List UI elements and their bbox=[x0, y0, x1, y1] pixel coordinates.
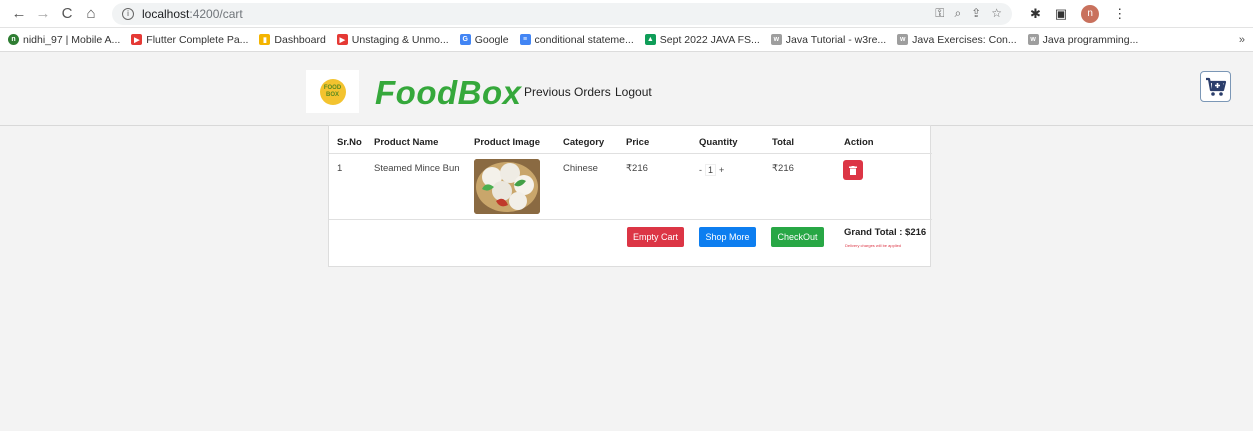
bookmark-item[interactable]: w Java Tutorial - w3re... bbox=[770, 33, 887, 46]
quantity-value: 1 bbox=[705, 164, 717, 176]
reload-icon[interactable]: C bbox=[56, 3, 78, 25]
docs-icon: ≡ bbox=[519, 34, 531, 45]
bookmark-item[interactable]: n nidhi_97 | Mobile A... bbox=[8, 34, 120, 46]
bookmarks-more-button[interactable]: » bbox=[1239, 34, 1245, 46]
product-image bbox=[474, 159, 540, 214]
bookmark-item[interactable]: ≡ conditional stateme... bbox=[519, 33, 634, 46]
column-header-product-name: Product Name bbox=[374, 137, 439, 148]
cart-button[interactable] bbox=[1200, 71, 1231, 102]
star-icon[interactable]: ☆ bbox=[991, 6, 1002, 21]
app-header: FOOD BOX FoodBox Previous Orders Logout bbox=[0, 52, 1253, 126]
key-icon[interactable]: ⚿ bbox=[935, 6, 944, 21]
menu-icon[interactable]: ⋮ bbox=[1113, 6, 1126, 22]
dashboard-icon: ▮ bbox=[259, 34, 271, 45]
cart-table: Sr.No Product Name Product Image Categor… bbox=[328, 125, 932, 267]
bookmarks-bar: n nidhi_97 | Mobile A... ▶ Flutter Complet… bbox=[0, 28, 1253, 52]
delete-item-button[interactable] bbox=[843, 160, 863, 180]
bookmark-item[interactable]: ▲ Sept 2022 JAVA FS... bbox=[644, 33, 760, 46]
shop-more-button[interactable]: Shop More bbox=[699, 227, 756, 247]
column-header-price: Price bbox=[626, 137, 650, 148]
forward-icon[interactable]: → bbox=[32, 3, 54, 25]
nav-previous-orders[interactable]: Previous Orders bbox=[524, 85, 611, 99]
url-path: :4200/cart bbox=[189, 6, 243, 21]
bookmark-label: Java Exercises: Con... bbox=[912, 33, 1017, 46]
w3r-icon: w bbox=[1027, 34, 1039, 45]
column-header-category: Category bbox=[563, 137, 605, 148]
increase-quantity-button[interactable]: + bbox=[719, 165, 724, 175]
bookmark-label: Sept 2022 JAVA FS... bbox=[659, 33, 760, 46]
cell-srno: 1 bbox=[337, 163, 343, 174]
cell-price: ₹216 bbox=[626, 163, 648, 174]
youtube-icon: ▶ bbox=[131, 34, 143, 45]
browser-toolbar: ← → C ⌂ i localhost:4200/cart ⚿ ⌕ ⇪ ☆ ✱ … bbox=[0, 0, 1253, 28]
bookmark-label: nidhi_97 | Mobile A... bbox=[23, 33, 121, 46]
info-icon[interactable]: i bbox=[122, 7, 134, 20]
bookmark-icon: n bbox=[8, 34, 19, 45]
bookmark-item[interactable]: ▮ Dashboard bbox=[259, 33, 326, 46]
cart-icon bbox=[1205, 77, 1226, 96]
bookmark-item[interactable]: G Google bbox=[459, 33, 509, 46]
checkout-button[interactable]: CheckOut bbox=[771, 227, 824, 247]
bookmark-label: Java programming... bbox=[1042, 33, 1139, 46]
home-icon[interactable]: ⌂ bbox=[80, 3, 102, 25]
logo-text-line2: BOX bbox=[325, 91, 339, 98]
empty-cart-button[interactable]: Empty Cart bbox=[627, 227, 684, 247]
youtube-icon: ▶ bbox=[336, 34, 348, 45]
bookmark-item[interactable]: ▶ Unstaging & Unmo... bbox=[336, 33, 449, 46]
cell-product-name: Steamed Mince Bun bbox=[374, 163, 460, 174]
logo-text-line1: FOOD bbox=[323, 84, 342, 91]
decrease-quantity-button[interactable]: - bbox=[699, 165, 702, 175]
bookmark-item[interactable]: ▶ Flutter Complete Pa... bbox=[131, 34, 248, 46]
google-icon: G bbox=[459, 34, 471, 45]
divider bbox=[329, 219, 932, 220]
column-header-srno: Sr.No bbox=[337, 137, 362, 148]
column-header-action: Action bbox=[844, 137, 874, 148]
quantity-stepper: - 1 + bbox=[699, 164, 724, 176]
extensions-icon[interactable]: ✱ bbox=[1030, 6, 1041, 22]
grand-total: Grand Total : $216 bbox=[844, 227, 927, 238]
share-icon[interactable]: ⇪ bbox=[971, 6, 981, 21]
bookmark-label: Flutter Complete Pa... bbox=[146, 33, 249, 46]
drive-icon: ▲ bbox=[644, 34, 656, 45]
column-header-quantity: Quantity bbox=[699, 137, 738, 148]
trash-icon bbox=[849, 165, 857, 175]
cell-category: Chinese bbox=[563, 163, 598, 174]
bookmark-label: Unstaging & Unmo... bbox=[351, 33, 449, 46]
nav-logout[interactable]: Logout bbox=[615, 85, 652, 99]
divider bbox=[329, 153, 932, 154]
bookmark-label: Google bbox=[474, 33, 509, 46]
brand-title[interactable]: FoodBox bbox=[375, 74, 521, 112]
sidebar-icon[interactable]: ▣ bbox=[1055, 6, 1067, 22]
bookmark-item[interactable]: w Java programming... bbox=[1027, 33, 1139, 46]
url-host: localhost bbox=[142, 6, 190, 21]
delivery-note: Delivery charges will be applied bbox=[845, 243, 902, 248]
logo[interactable]: FOOD BOX bbox=[306, 70, 359, 113]
bookmark-label: conditional stateme... bbox=[534, 33, 634, 46]
bookmark-label: Dashboard bbox=[274, 33, 326, 46]
logo-icon: FOOD BOX bbox=[319, 78, 346, 105]
bookmark-item[interactable]: w Java Exercises: Con... bbox=[897, 33, 1017, 46]
column-header-product-image: Product Image bbox=[474, 137, 540, 148]
column-header-total: Total bbox=[772, 137, 794, 148]
address-bar[interactable]: i localhost:4200/cart ⚿ ⌕ ⇪ ☆ bbox=[112, 2, 1012, 25]
bookmark-label: Java Tutorial - w3re... bbox=[785, 33, 887, 46]
avatar[interactable]: n bbox=[1081, 4, 1100, 23]
w3r-icon: w bbox=[897, 34, 909, 45]
zoom-icon[interactable]: ⌕ bbox=[954, 6, 961, 21]
back-icon[interactable]: ← bbox=[8, 3, 30, 25]
cell-total: ₹216 bbox=[772, 163, 794, 174]
w3r-icon: w bbox=[770, 34, 782, 45]
